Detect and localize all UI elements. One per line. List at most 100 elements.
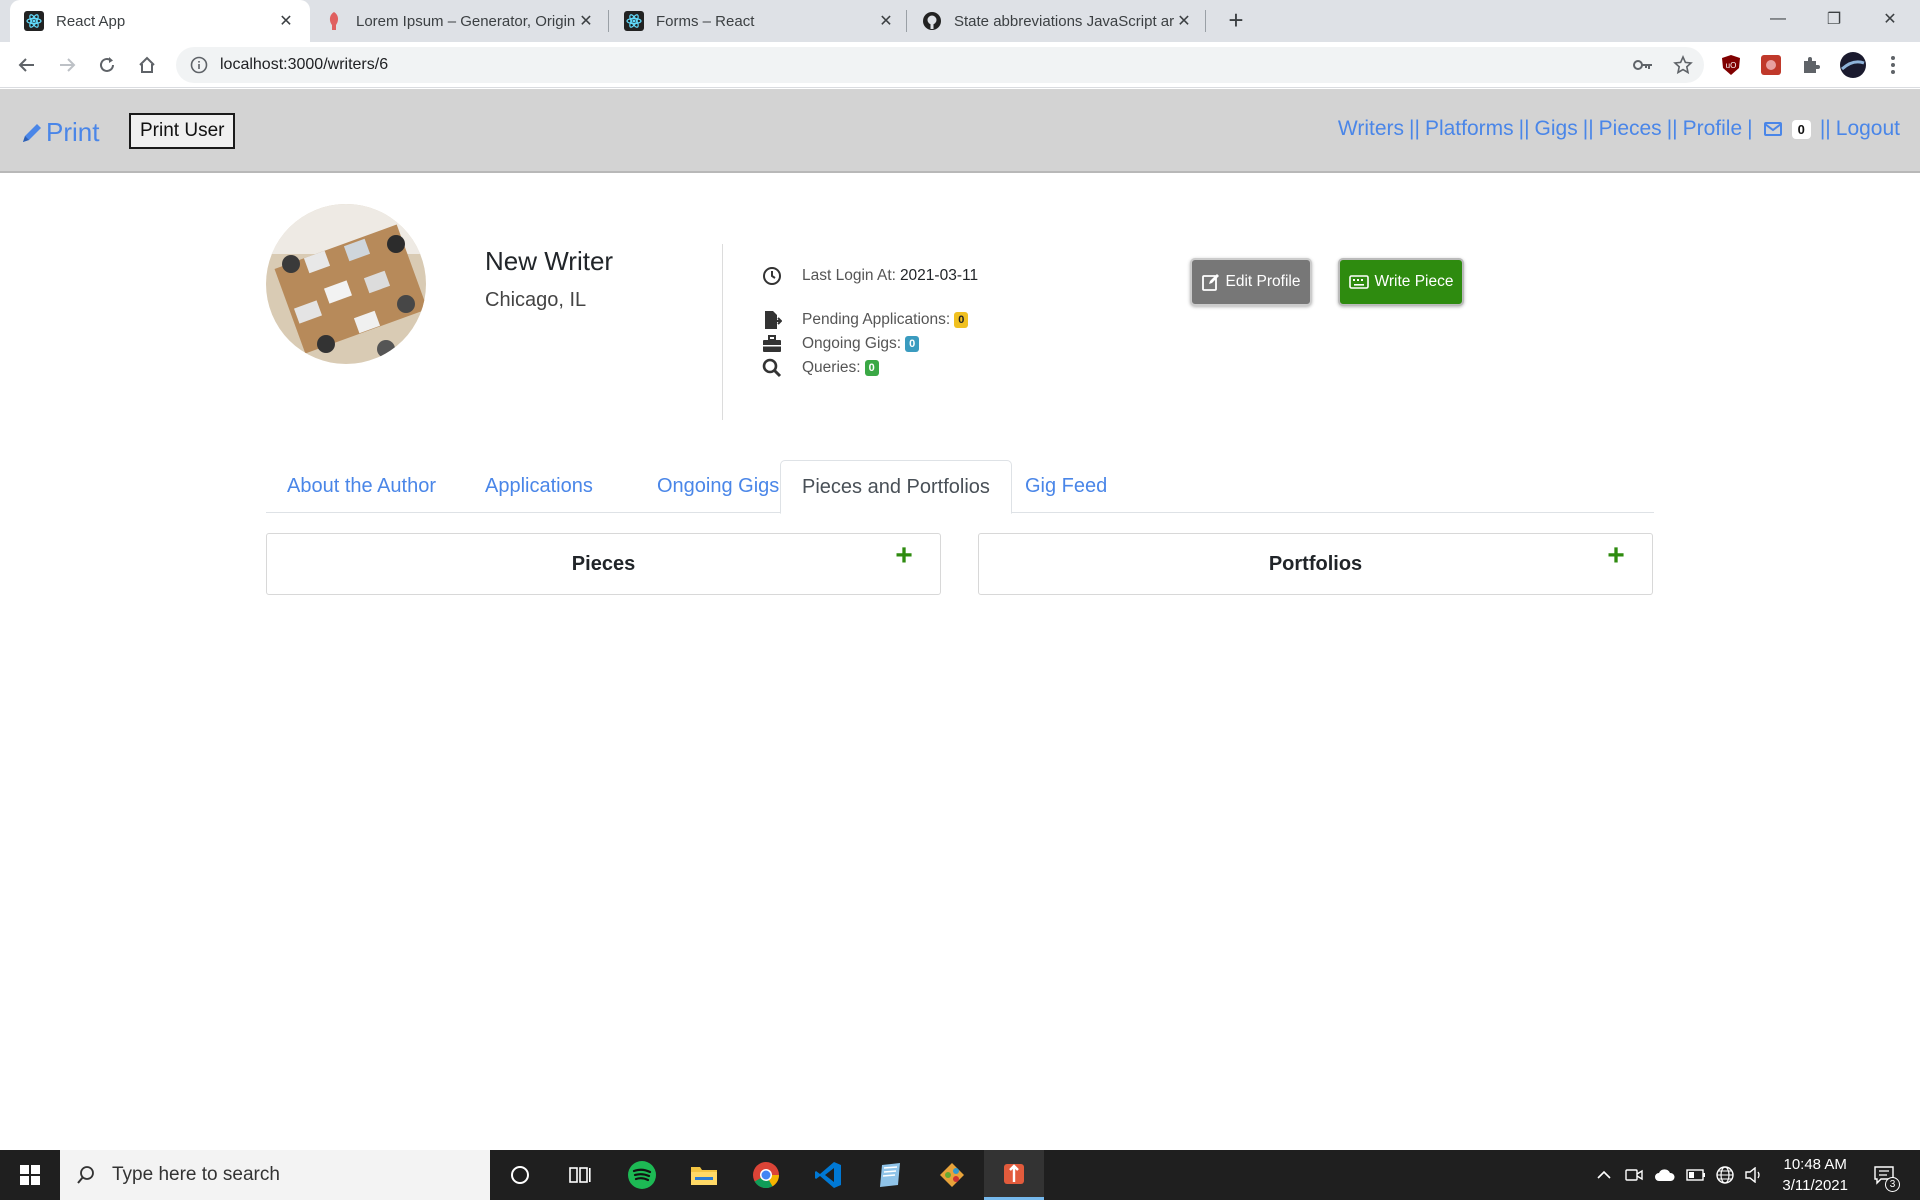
tab-title: State abbreviations JavaScript ar [954, 12, 1174, 30]
git-tool-icon[interactable] [922, 1150, 982, 1200]
address-bar[interactable]: localhost:3000/writers/6 [176, 47, 1704, 83]
restore-icon[interactable]: ❐ [1806, 0, 1862, 38]
write-piece-button[interactable]: Write Piece [1338, 258, 1464, 306]
pieces-card: Pieces + [266, 533, 941, 595]
pending-applications-badge: 0 [954, 312, 969, 328]
file-explorer-icon[interactable] [674, 1150, 734, 1200]
svg-text:uO: uO [1726, 61, 1737, 70]
ublock-icon[interactable]: uO [1716, 50, 1746, 80]
tray-chevron-up-icon[interactable] [1592, 1150, 1616, 1200]
browser-menu-icon[interactable] [1878, 50, 1908, 80]
browser-tab-bar: React App ✕ Lorem Ipsum – Generator, Ori… [0, 0, 1920, 42]
nav-link-gigs[interactable]: Gigs [1535, 117, 1578, 141]
github-icon [922, 11, 942, 31]
windows-taskbar: Type here to search 10:48 AM 3/11/2021 3 [0, 1150, 1920, 1200]
writer-name: New Writer [485, 246, 614, 276]
extension-red-icon[interactable] [1756, 50, 1786, 80]
ongoing-gigs-label: Ongoing Gigs: [802, 335, 902, 352]
add-piece-plus-icon[interactable]: + [892, 541, 916, 571]
react-icon [24, 11, 44, 31]
browser-tab-lorem[interactable]: Lorem Ipsum – Generator, Origin ✕ [310, 0, 610, 42]
nav-separator: | [1747, 117, 1753, 140]
last-login-row: Last Login At: 2021-03-11 [762, 266, 978, 286]
tab-pieces-and-portfolios[interactable]: Pieces and Portfolios [780, 460, 1012, 514]
queries-badge: 0 [864, 360, 879, 376]
notes-app-icon[interactable] [860, 1150, 920, 1200]
tab-divider [906, 10, 907, 32]
print-user-button[interactable]: Print User [129, 113, 236, 149]
reload-icon[interactable] [92, 50, 122, 80]
close-icon[interactable]: ✕ [1174, 11, 1194, 31]
profile-avatar-icon[interactable] [1838, 50, 1868, 80]
active-app-icon[interactable] [984, 1150, 1044, 1200]
edit-icon [1201, 274, 1219, 291]
spotify-icon[interactable] [612, 1150, 672, 1200]
close-icon[interactable]: ✕ [576, 11, 596, 31]
minimize-icon[interactable]: — [1750, 0, 1806, 38]
tab-ongoing-gigs[interactable]: Ongoing Gigs [636, 460, 800, 513]
pieces-card-title: Pieces [571, 553, 636, 575]
nav-link-writers[interactable]: Writers [1338, 117, 1404, 141]
nav-separator: || [1666, 117, 1678, 140]
battery-icon[interactable] [1684, 1150, 1708, 1200]
vscode-icon[interactable] [798, 1150, 858, 1200]
bookmark-star-icon[interactable] [1668, 50, 1698, 80]
chrome-icon[interactable] [736, 1150, 796, 1200]
brand-text: Print [46, 117, 100, 147]
nav-link-platforms[interactable]: Platforms [1425, 117, 1514, 141]
volume-icon[interactable] [1742, 1150, 1766, 1200]
notification-count: 3 [1885, 1177, 1900, 1192]
info-icon [190, 56, 208, 74]
writer-avatar [266, 204, 426, 364]
browser-tab-forms[interactable]: Forms – React ✕ [610, 0, 910, 42]
cortana-icon[interactable] [490, 1150, 550, 1200]
nav-link-pieces[interactable]: Pieces [1599, 117, 1662, 141]
browser-tab-github[interactable]: State abbreviations JavaScript ar ✕ [908, 0, 1208, 42]
meet-now-icon[interactable] [1622, 1150, 1646, 1200]
close-icon[interactable]: ✕ [876, 11, 896, 31]
home-icon[interactable] [132, 50, 162, 80]
tab-title: Lorem Ipsum – Generator, Origin [356, 12, 576, 30]
profile-tabs: About the Author Applications Ongoing Gi… [266, 460, 1654, 514]
url-text: localhost:3000/writers/6 [220, 56, 389, 73]
nav-link-logout[interactable]: Logout [1836, 117, 1900, 141]
taskbar-search-box[interactable]: Type here to search [60, 1150, 490, 1200]
notification-center-icon[interactable]: 3 [1866, 1150, 1902, 1200]
app-navbar: Print Print User Writers || Platforms ||… [0, 89, 1920, 173]
clock-icon [762, 266, 782, 286]
write-piece-label: Write Piece [1374, 273, 1454, 290]
windows-start-icon[interactable] [0, 1150, 60, 1200]
taskbar-clock[interactable]: 10:48 AM 3/11/2021 [1782, 1154, 1848, 1196]
onedrive-icon[interactable] [1652, 1150, 1678, 1200]
tab-applications[interactable]: Applications [464, 460, 614, 513]
clock-date: 3/11/2021 [1782, 1177, 1848, 1194]
key-icon[interactable] [1628, 50, 1658, 80]
close-icon[interactable]: ✕ [276, 11, 296, 31]
tab-divider [608, 10, 609, 32]
task-view-icon[interactable] [550, 1150, 610, 1200]
search-icon [762, 358, 782, 378]
network-globe-icon[interactable] [1712, 1150, 1738, 1200]
tab-about-the-author[interactable]: About the Author [266, 460, 457, 513]
edit-profile-button[interactable]: Edit Profile [1190, 258, 1312, 306]
nav-separator: || [1518, 117, 1530, 140]
mail-icon[interactable] [1763, 122, 1782, 136]
ongoing-gigs-row: Ongoing Gigs: 0 [762, 334, 920, 354]
nav-links: Writers || Platforms || Gigs || Pieces |… [1338, 117, 1900, 141]
react-icon [624, 11, 644, 31]
nav-separator: || [1819, 117, 1831, 140]
brand-link[interactable]: Print [20, 117, 99, 148]
queries-label: Queries: [802, 359, 861, 376]
nav-separator: || [1409, 117, 1420, 140]
add-portfolio-plus-icon[interactable]: + [1604, 541, 1628, 571]
back-icon[interactable] [12, 50, 42, 80]
taskbar-search-placeholder: Type here to search [112, 1164, 280, 1185]
portfolios-card: Portfolios + [978, 533, 1653, 595]
browser-tab-react-app[interactable]: React App ✕ [10, 0, 310, 42]
extensions-puzzle-icon[interactable] [1796, 50, 1826, 80]
new-tab-button[interactable]: + [1222, 5, 1250, 35]
tab-gig-feed[interactable]: Gig Feed [1004, 460, 1128, 513]
forward-icon[interactable] [52, 50, 82, 80]
window-close-icon[interactable]: ✕ [1862, 0, 1918, 38]
nav-link-profile[interactable]: Profile [1683, 117, 1743, 141]
